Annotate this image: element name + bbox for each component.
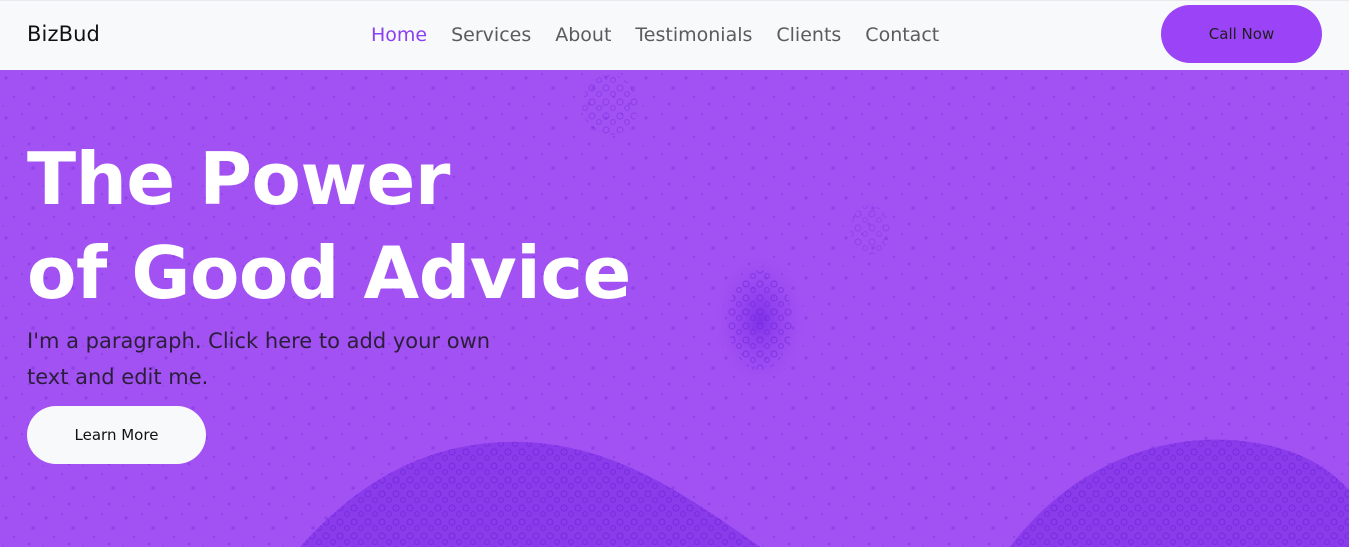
hero-title-line-1: The Power xyxy=(27,137,450,221)
navbar: BizBud Home Services About Testimonials … xyxy=(0,0,1349,70)
hero-section: The Power of Good Advice I'm a paragraph… xyxy=(0,70,1349,547)
learn-more-button[interactable]: Learn More xyxy=(27,406,206,464)
nav-item-about: About xyxy=(555,23,611,47)
nav-link-clients[interactable]: Clients xyxy=(776,23,841,47)
nav-link-services[interactable]: Services xyxy=(451,23,531,47)
call-now-button[interactable]: Call Now xyxy=(1161,5,1322,63)
nav-link-home[interactable]: Home xyxy=(371,23,427,47)
hero-title: The Power of Good Advice xyxy=(27,132,631,320)
nav-item-clients: Clients xyxy=(776,23,841,47)
nav-link-about[interactable]: About xyxy=(555,23,611,47)
nav-item-services: Services xyxy=(451,23,531,47)
nav-item-contact: Contact xyxy=(865,23,939,47)
nav-link-contact[interactable]: Contact xyxy=(865,23,939,47)
nav-item-home: Home xyxy=(371,23,427,47)
hero-paragraph: I'm a paragraph. Click here to add your … xyxy=(27,329,491,389)
brand-logo[interactable]: BizBud xyxy=(27,22,100,46)
nav-item-testimonials: Testimonials xyxy=(635,23,752,47)
hero-title-line-2: of Good Advice xyxy=(27,231,631,315)
nav-link-testimonials[interactable]: Testimonials xyxy=(635,23,752,47)
nav-links: Home Services About Testimonials Clients… xyxy=(371,23,939,47)
